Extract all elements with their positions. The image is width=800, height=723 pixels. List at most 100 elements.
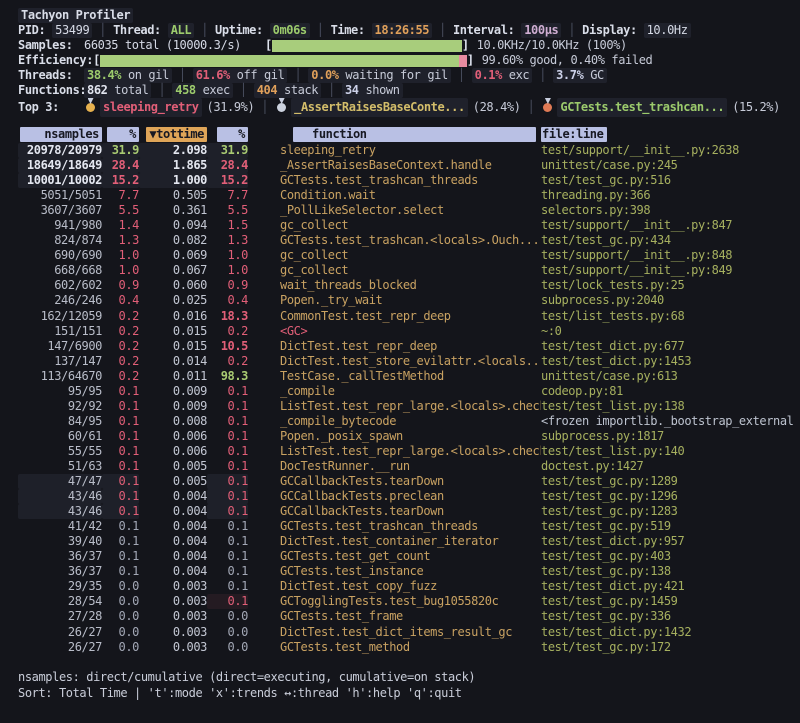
table-row[interactable]: 3607/36075.50.3615.5_PollLikeSelector.se… (0, 203, 800, 218)
cell-function-name: Popen._posix_spawn (248, 429, 541, 444)
table-row[interactable]: 36/370.10.0040.1GCTests.test_get_countte… (0, 549, 800, 564)
cell-direct-pct: 0.1 (102, 399, 139, 414)
efficiency-summary: 99.60% good, 0.40% failed (482, 53, 653, 68)
column-header-file-line[interactable]: file:line (541, 127, 800, 143)
table-row[interactable]: 92/920.10.0090.1ListTest.test_repr_large… (0, 399, 800, 414)
table-row[interactable]: 39/400.10.0040.1DictTest.test_container_… (0, 534, 800, 549)
efficiency-line: Efficiency:[ ] 99.60% good, 0.40% failed (0, 53, 800, 68)
table-row[interactable]: 60/610.10.0060.1Popen._posix_spawnsubpro… (0, 429, 800, 444)
cell-file-line: <frozen importlib._bootstrap_external (541, 414, 800, 429)
cell-direct-pct: 0.1 (102, 534, 139, 549)
cell-direct-pct: 1.3 (102, 233, 139, 248)
functions-total-text: total (107, 83, 148, 97)
cell-function-name: GCTests.test_instance (248, 564, 541, 579)
table-row[interactable]: 55/550.10.0060.1ListTest.test_repr_large… (0, 444, 800, 459)
table-row[interactable]: 20978/2097931.92.09831.9sleeping_retryte… (0, 143, 800, 158)
cell-cumulative-pct: 15.2 (207, 173, 248, 188)
cell-tottime: 0.361 (139, 203, 207, 218)
table-row[interactable]: 36/370.10.0040.1GCTests.test_instancetes… (0, 564, 800, 579)
interval-label: Interval: (453, 23, 514, 38)
table-row[interactable]: 28/540.00.0030.1GCTogglingTests.test_bug… (0, 594, 800, 609)
cell-tottime: 0.009 (139, 399, 207, 414)
off-gil-text: off gil (230, 68, 285, 82)
column-header-tottime-sorted[interactable]: ▼tottime (139, 127, 207, 143)
separator: │ (179, 68, 186, 83)
cell-tottime: 0.003 (139, 640, 207, 655)
cell-tottime: 0.094 (139, 218, 207, 233)
table-row[interactable]: 51/630.10.0050.1DocTestRunner.__rundocte… (0, 459, 800, 474)
cell-nsamples: 43/46 (18, 504, 102, 519)
cell-tottime: 0.014 (139, 354, 207, 369)
cell-direct-pct: 0.1 (102, 459, 139, 474)
cell-file-line: test/test_gc.py:1289 (541, 474, 800, 489)
functions-exec: 458 (175, 83, 195, 97)
table-row[interactable]: 246/2460.40.0250.4Popen._try_waitsubproc… (0, 293, 800, 308)
cell-nsamples: 84/95 (18, 414, 102, 429)
table-row[interactable]: 151/1510.20.0150.2<GC>~:0 (0, 324, 800, 339)
table-row[interactable]: 602/6020.90.0600.9wait_threads_blockedte… (0, 278, 800, 293)
table-row[interactable]: 162/120590.20.01618.3CommonTest.test_rep… (0, 309, 800, 324)
cell-function-name: _compile (248, 384, 541, 399)
table-row[interactable]: 47/470.10.0050.1GCCallbackTests.tearDown… (0, 474, 800, 489)
cell-file-line: test/test_gc.py:336 (541, 609, 800, 624)
cell-file-line: test/list_tests.py:68 (541, 309, 800, 324)
table-row[interactable]: 26/270.00.0030.0DictTest.test_dict_items… (0, 625, 800, 640)
top3-pct-3: (15.2%) (732, 98, 780, 117)
table-row[interactable]: 147/69000.20.01510.5DictTest.test_repr_d… (0, 339, 800, 354)
table-row[interactable]: 10001/1000215.21.00015.2GCTests.test_tra… (0, 173, 800, 188)
cell-file-line: test/test_list.py:138 (541, 399, 800, 414)
cell-nsamples: 20978/20979 (18, 143, 102, 158)
cell-function-name: CommonTest.test_repr_deep (248, 309, 541, 324)
cell-function-name: GCCallbackTests.tearDown (248, 474, 541, 489)
top3-item-1[interactable]: sleeping_retry (100, 98, 202, 117)
table-row[interactable]: 18649/1864928.41.86528.4_AssertRaisesBas… (0, 158, 800, 173)
cell-direct-pct: 5.5 (102, 203, 139, 218)
thread-value[interactable]: ALL (168, 23, 194, 38)
column-header-cumulative-pct[interactable]: % (207, 127, 248, 143)
cell-nsamples: 3607/3607 (18, 203, 102, 218)
cell-direct-pct: 0.2 (102, 309, 139, 324)
cell-file-line: test/test_gc.py:1296 (541, 489, 800, 504)
cell-function-name: Condition.wait (248, 188, 541, 203)
samples-total: 66035 total (10000.3/s) (84, 38, 265, 53)
app-title: Tachyon Profiler (18, 8, 133, 23)
cell-cumulative-pct: 0.1 (207, 429, 248, 444)
table-row[interactable]: 941/9801.40.0941.5gc_collecttest/support… (0, 218, 800, 233)
cell-nsamples: 26/27 (18, 625, 102, 640)
table-row[interactable]: 43/460.10.0040.1GCCallbackTests.tearDown… (0, 504, 800, 519)
cell-cumulative-pct: 18.3 (207, 309, 248, 324)
cell-nsamples: 162/12059 (18, 309, 102, 324)
table-row[interactable]: 95/950.10.0090.1_compilecodeop.py:81 (0, 384, 800, 399)
column-header-function[interactable]: function (248, 127, 541, 143)
cell-file-line: doctest.py:1427 (541, 459, 800, 474)
table-row[interactable]: 29/350.00.0030.1DictTest.test_copy_fuzzt… (0, 579, 800, 594)
table-row[interactable]: 137/1470.20.0140.2DictTest.test_store_ev… (0, 354, 800, 369)
top3-item-3[interactable]: GCTests.test_trashcan... (557, 98, 727, 117)
cell-direct-pct: 1.0 (102, 248, 139, 263)
waiting-gil-text: waiting for gil (339, 68, 448, 82)
cell-cumulative-pct: 28.4 (207, 158, 248, 173)
table-row[interactable]: 824/8741.30.0821.3GCTests.test_trashcan.… (0, 233, 800, 248)
table-row[interactable]: 668/6681.00.0671.0gc_collecttest/support… (0, 263, 800, 278)
functions-stack-text: stack (277, 83, 318, 97)
table-row[interactable]: 41/420.10.0040.1GCTests.test_trashcan_th… (0, 519, 800, 534)
cell-nsamples: 27/28 (18, 609, 102, 624)
column-header-direct-pct[interactable]: % (102, 127, 139, 143)
cell-direct-pct: 1.0 (102, 263, 139, 278)
cell-cumulative-pct: 0.1 (207, 414, 248, 429)
table-row[interactable]: 113/646700.20.01198.3TestCase._callTestM… (0, 369, 800, 384)
cell-function-name: DictTest.test_dict_items_result_gc (248, 625, 541, 640)
exc-value: 0.1% (475, 68, 502, 82)
cell-file-line: test/support/__init__.py:2638 (541, 143, 800, 158)
table-row[interactable]: 84/950.10.0080.1_compile_bytecode<frozen… (0, 414, 800, 429)
column-header-nsamples[interactable]: nsamples (18, 127, 102, 143)
table-row[interactable]: 43/460.10.0040.1GCCallbackTests.preclean… (0, 489, 800, 504)
separator: │ (99, 23, 106, 38)
table-row[interactable]: 27/280.00.0030.0GCTests.test_frametest/t… (0, 609, 800, 624)
table-row[interactable]: 690/6901.00.0691.0gc_collecttest/support… (0, 248, 800, 263)
uptime-label: Uptime: (215, 23, 263, 38)
off-gil-value: 61.6% (196, 68, 230, 82)
table-row[interactable]: 26/270.00.0030.0GCTests.test_methodtest/… (0, 640, 800, 655)
table-row[interactable]: 5051/50517.70.5057.7Condition.waitthread… (0, 188, 800, 203)
top3-item-2[interactable]: _AssertRaisesBaseConte... (291, 98, 468, 117)
